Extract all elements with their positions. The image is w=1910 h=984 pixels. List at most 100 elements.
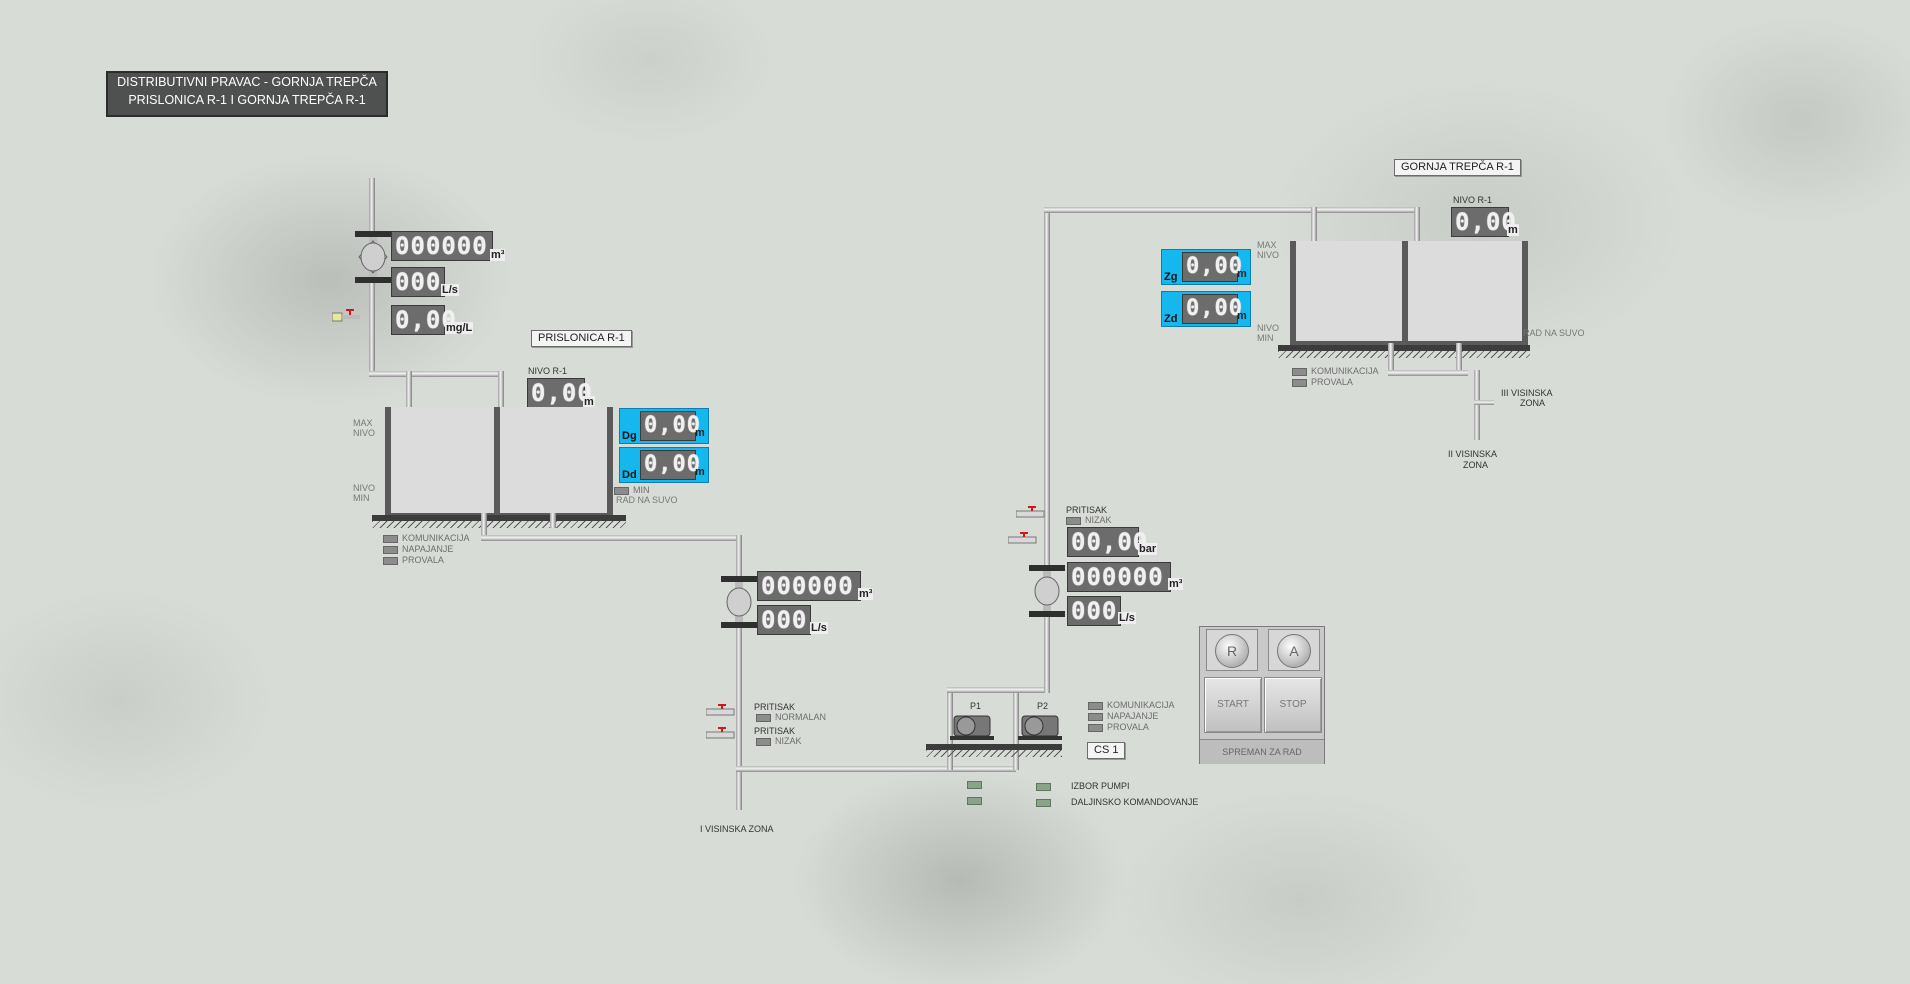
prislonica-level-label: NIVO R-1 — [528, 366, 568, 376]
status-led — [383, 534, 398, 543]
pressure2-led — [756, 737, 771, 746]
min-led — [614, 486, 629, 495]
izbor-led-p1[interactable] — [967, 781, 982, 789]
cs1-pressure-display: 00,00 — [1067, 527, 1147, 557]
pipe-drop-1 — [406, 371, 412, 407]
gornja-status-0: KOMUNIKACIJA — [1292, 366, 1379, 377]
izbor-pumpi-label: IZBOR PUMPI — [1071, 781, 1130, 791]
gornja-hatch — [1278, 351, 1530, 358]
start-button[interactable]: START — [1204, 677, 1262, 733]
outlet-rate-display: 000 — [757, 605, 811, 635]
pipe-riser — [1044, 210, 1050, 693]
gornja-level-label: NIVO R-1 — [1453, 195, 1493, 205]
stop-button[interactable]: STOP — [1264, 677, 1322, 733]
cs1-control-panel: R A START STOP SPREMAN ZA RAD — [1199, 626, 1325, 764]
outlet-total-display: 000000 — [757, 571, 861, 601]
pipe-gornja-collector — [1388, 370, 1468, 376]
daljinsko-label: DALJINSKO KOMANDOVANJE — [1071, 797, 1199, 807]
outlet-total-unit: m³ — [858, 588, 874, 600]
gornja-level-unit: m — [1507, 224, 1519, 236]
r-button[interactable]: R — [1206, 629, 1258, 671]
chlorine-valve-icon[interactable] — [332, 309, 362, 323]
daljinsko-led-p1[interactable] — [967, 797, 982, 805]
cs1-hatch — [926, 750, 1062, 757]
daljinsko-p2-led[interactable] — [1036, 798, 1051, 807]
status-label: NAPAJANJE — [402, 544, 454, 554]
izbor-pumpi[interactable]: IZBOR PUMPI — [1036, 781, 1130, 792]
status-label: KOMUNIKACIJA — [1311, 366, 1379, 376]
izbor-p2-led[interactable] — [1036, 782, 1051, 791]
r-button-face[interactable]: R — [1215, 634, 1249, 668]
prislonica-hatch — [372, 521, 626, 528]
flowmeter-cs1[interactable] — [1029, 565, 1065, 617]
dd-box: Dd 0,00 m — [619, 447, 709, 483]
outlet-rate-unit: L/s — [810, 622, 828, 634]
a-button-face[interactable]: A — [1277, 634, 1311, 668]
dd-tag: Dd — [622, 469, 637, 481]
inlet-total-display: 000000 — [391, 231, 493, 261]
pump1-icon[interactable] — [950, 712, 994, 740]
cs1-rate-display: 000 — [1067, 596, 1121, 626]
pipe-gornja-out1 — [1388, 343, 1394, 373]
status-led — [1088, 712, 1103, 721]
prislonica-nivo: NIVO — [353, 428, 376, 438]
cs1-pressure-state: NIZAK — [1066, 515, 1112, 526]
pressure2-state-label: NIZAK — [775, 736, 802, 746]
status-label: PROVALA — [1107, 722, 1149, 732]
pipe-cs1-collector — [947, 687, 1049, 693]
zd-unit: m — [1237, 310, 1247, 322]
cs1-status-2: PROVALA — [1088, 722, 1149, 733]
prislonica-min: MIN — [353, 493, 370, 503]
prislonica-name: PRISLONICA R-1 — [531, 330, 632, 347]
dg-unit: m — [695, 427, 705, 439]
chlorine-display: 0,00 — [391, 305, 456, 335]
pump2-icon[interactable] — [1018, 712, 1062, 740]
dg-tag: Dg — [622, 430, 637, 442]
status-label: NAPAJANJE — [1107, 711, 1159, 721]
cs1-pressure-led — [1066, 516, 1081, 525]
flowmeter-outlet[interactable] — [721, 576, 757, 628]
flowmeter-inlet[interactable] — [355, 231, 391, 283]
cs1-total-display: 000000 — [1067, 562, 1171, 592]
zg-box: Zg 0,00 m — [1161, 249, 1251, 285]
pressure-valve-2-icon[interactable] — [706, 727, 736, 741]
pressure-valve-1-icon[interactable] — [706, 704, 736, 718]
zone-1-label: I VISINSKA ZONA — [700, 824, 774, 834]
zd-tag: Zd — [1164, 313, 1178, 325]
zone2-label: II VISINSKA — [1448, 449, 1498, 459]
pipe-gornja-down — [1474, 370, 1480, 440]
a-button[interactable]: A — [1268, 629, 1320, 671]
cs1-rate-unit: L/s — [1118, 612, 1136, 624]
status-led — [383, 545, 398, 554]
chlorine-unit: mg/L — [445, 322, 474, 334]
pipe-drop-2 — [498, 371, 504, 407]
prislonica-tank-divider — [494, 407, 500, 513]
status-led — [383, 556, 398, 565]
ready-status: SPREMAN ZA RAD — [1200, 739, 1324, 764]
inlet-rate-unit: L/s — [441, 284, 459, 296]
prislonica-status-0: KOMUNIKACIJA — [383, 533, 470, 544]
cs1-pressure-valve-1-icon[interactable] — [1016, 506, 1046, 520]
gornja-dry-run: RAD NA SUVO — [1523, 328, 1585, 338]
pressure1-led — [756, 713, 771, 722]
prislonica-level-display: 0,00 — [527, 378, 592, 408]
zone2b-label: ZONA — [1463, 460, 1489, 470]
dg-display: 0,00 — [640, 411, 700, 441]
dg-box: Dg 0,00 m — [619, 408, 709, 444]
gornja-level-display: 0,00 — [1451, 207, 1516, 237]
pipe-gornja-drop2 — [1414, 207, 1420, 243]
prislonica-status-2: PROVALA — [383, 555, 444, 566]
status-led — [1292, 367, 1307, 376]
daljinsko-p1-led[interactable] — [967, 797, 982, 805]
title-box: DISTRIBUTIVNI PRAVAC - GORNJA TREPČA PRI… — [106, 71, 388, 117]
cs1-pressure-valve-2-icon[interactable] — [1008, 532, 1038, 546]
gornja-tank-divider — [1402, 241, 1408, 341]
pipe-zone3 — [1474, 400, 1494, 405]
zone3b-label: ZONA — [1520, 398, 1546, 408]
izbor-p1-led[interactable] — [967, 781, 982, 789]
cs1-name: CS 1 — [1087, 742, 1126, 759]
daljinsko-komandovanje[interactable]: DALJINSKO KOMANDOVANJE — [1036, 797, 1198, 808]
gornja-nivo: NIVO — [1257, 250, 1280, 260]
title-line1: DISTRIBUTIVNI PRAVAC - GORNJA TREPČA — [117, 75, 377, 89]
zg-display: 0,00 — [1182, 252, 1242, 282]
